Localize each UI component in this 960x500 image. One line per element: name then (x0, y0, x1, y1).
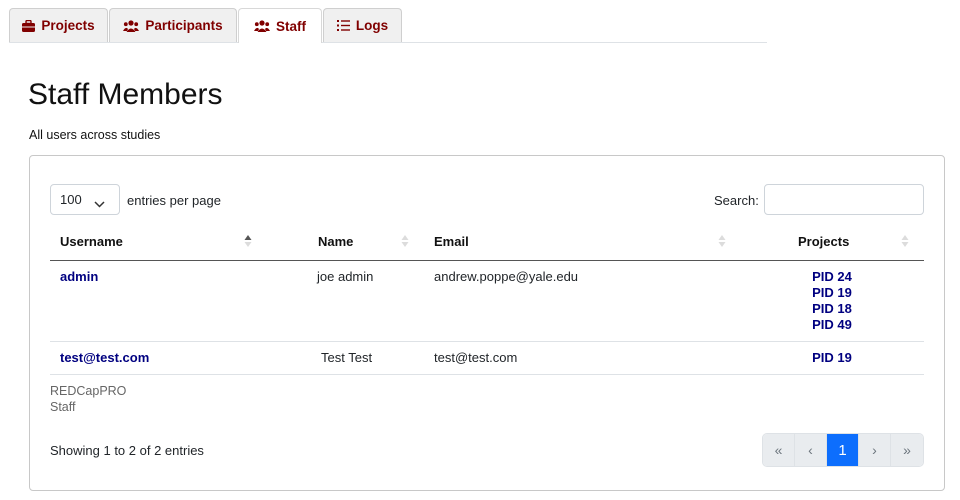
caption-line: REDCapPRO (50, 384, 127, 398)
previous-page-button[interactable]: ‹ (795, 434, 827, 466)
table-header: Username Name Email Projects (50, 222, 924, 261)
project-link[interactable]: PID 18 (802, 301, 862, 317)
name-cell: joe admin (317, 269, 374, 284)
first-page-button[interactable]: « (763, 434, 795, 466)
users-icon (123, 19, 140, 32)
tab-label: Participants (145, 18, 223, 33)
column-label: Username (60, 234, 123, 249)
tab-label: Logs (355, 18, 389, 33)
column-header-email[interactable]: Email (434, 222, 714, 261)
tab-projects[interactable]: Projects (9, 8, 108, 42)
table-row: admin joe admin andrew.poppe@yale.edu PI… (50, 261, 924, 342)
projects-cell: PID 24 PID 19 PID 18 PID 49 (802, 269, 862, 333)
entries-per-page-value: 100 (60, 192, 82, 207)
column-label: Name (318, 234, 354, 249)
chevron-down-icon (94, 196, 105, 211)
sort-ascending-icon (244, 234, 252, 253)
project-link[interactable]: PID 19 (802, 285, 862, 301)
column-label: Email (434, 234, 469, 249)
tab-participants[interactable]: Participants (109, 8, 237, 42)
users-icon (254, 20, 270, 32)
sort-icon (718, 234, 726, 253)
staff-table: Username Name Email Projects admin joe a… (50, 222, 924, 375)
page-title: Staff Members (28, 78, 223, 111)
sort-icon (401, 234, 409, 253)
username-link[interactable]: admin (60, 269, 98, 284)
pagination: « ‹ 1 › » (762, 433, 924, 467)
projects-cell: PID 19 (802, 350, 862, 366)
username-link[interactable]: test@test.com (60, 350, 149, 365)
tab-staff[interactable]: Staff (238, 8, 322, 43)
table-caption: REDCapPRO Staff (50, 383, 126, 415)
last-page-button[interactable]: » (891, 434, 923, 466)
staff-table-card: 100 entries per page Search: Username Na… (29, 155, 945, 491)
tab-logs[interactable]: Logs (323, 8, 402, 42)
email-cell: andrew.poppe@yale.edu (434, 269, 579, 284)
tab-label: Projects (41, 18, 95, 33)
entries-per-page-label: entries per page (127, 193, 221, 208)
search-input[interactable] (764, 184, 924, 215)
page-1-button[interactable]: 1 (827, 434, 859, 466)
tab-bar: Projects Participants Staff Logs (9, 8, 767, 43)
name-cell: Test Test (321, 350, 373, 365)
page-subtitle: All users across studies (29, 128, 161, 142)
sort-icon (901, 234, 909, 253)
tab-label: Staff (276, 18, 306, 34)
caption-line: Staff (50, 400, 76, 414)
project-link[interactable]: PID 19 (802, 350, 862, 366)
next-page-button[interactable]: › (859, 434, 891, 466)
briefcase-icon (22, 19, 36, 32)
entries-per-page-select[interactable]: 100 (50, 184, 120, 215)
project-link[interactable]: PID 24 (802, 269, 862, 285)
list-icon (336, 20, 350, 31)
email-cell: test@test.com (434, 350, 518, 365)
search-label: Search: (714, 193, 759, 208)
project-link[interactable]: PID 49 (802, 317, 862, 333)
entries-info: Showing 1 to 2 of 2 entries (50, 443, 204, 458)
column-header-projects[interactable]: Projects (798, 222, 898, 261)
column-header-username[interactable]: Username (60, 222, 250, 261)
column-label: Projects (798, 234, 850, 249)
table-row: test@test.com Test Test test@test.com PI… (50, 342, 924, 375)
